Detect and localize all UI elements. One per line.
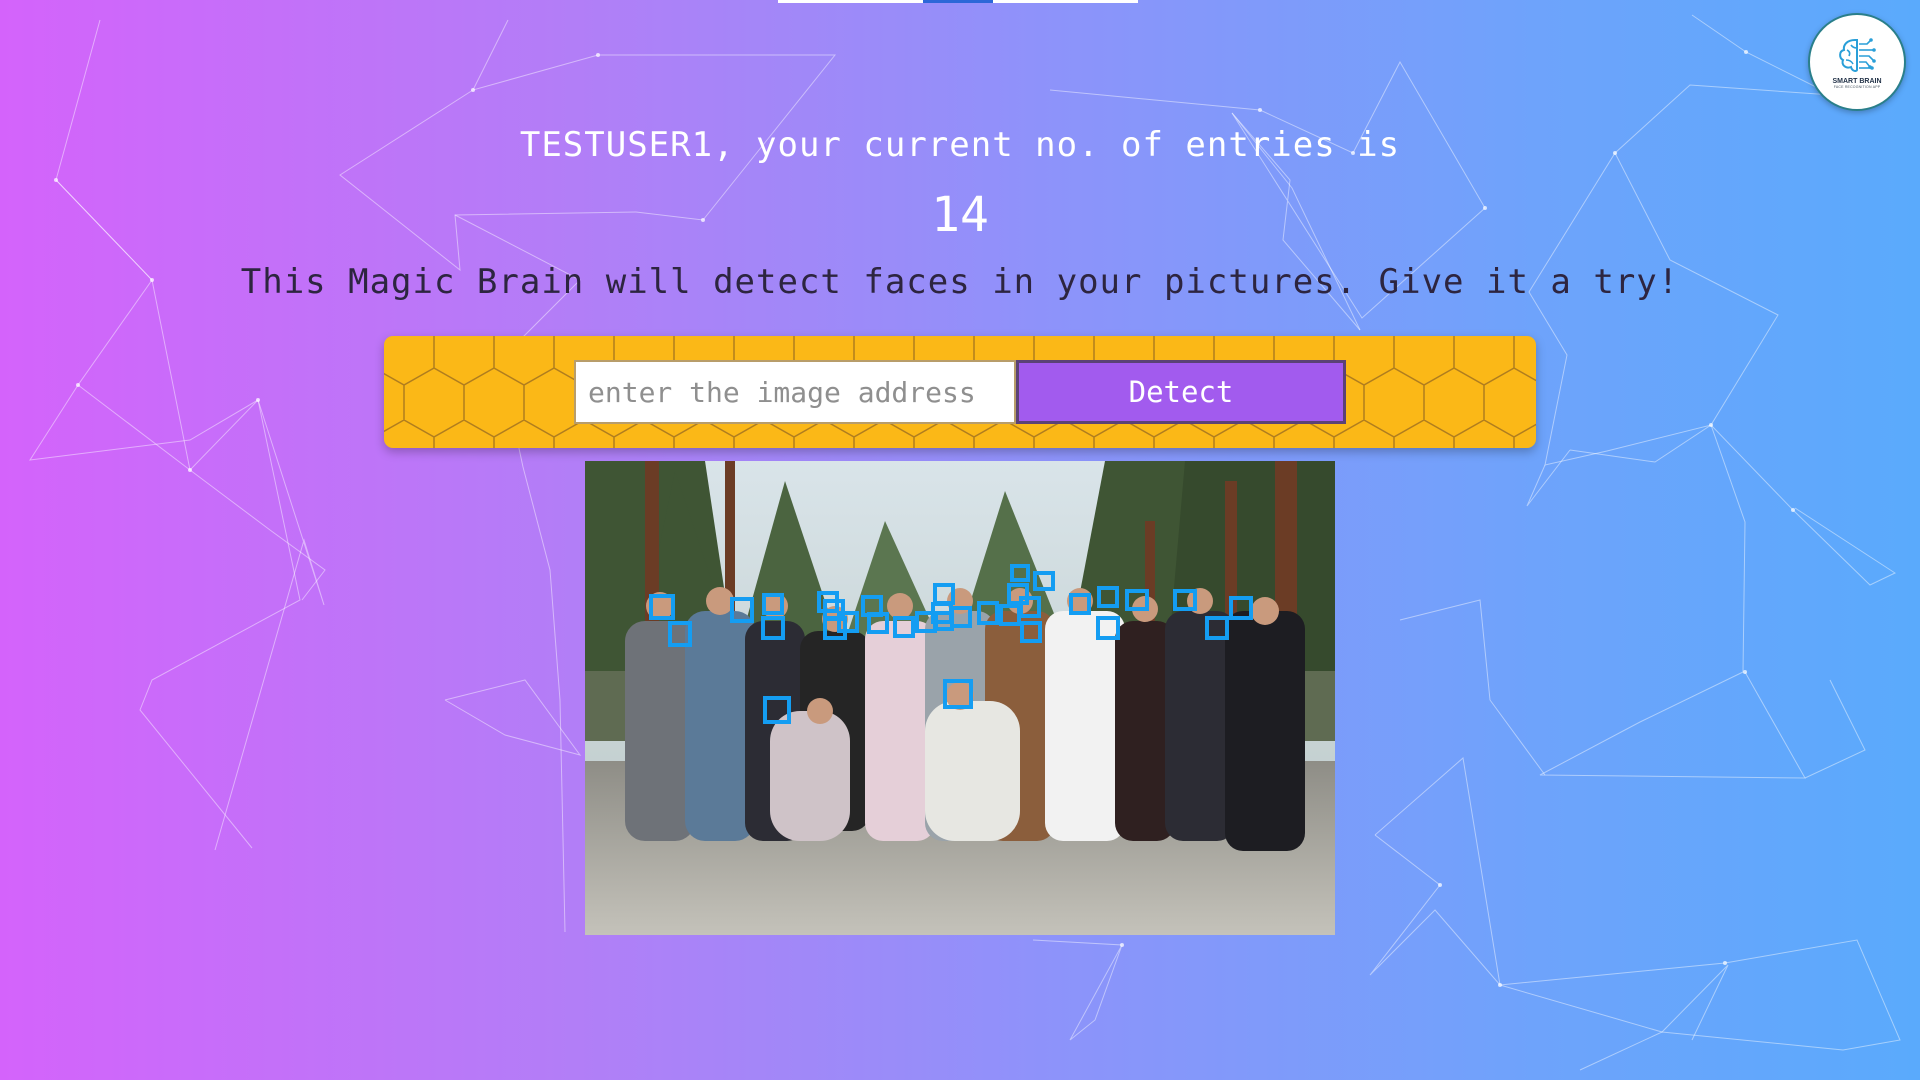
face-box [1010, 564, 1030, 582]
face-box [950, 606, 972, 628]
face-detection-image [585, 461, 1335, 935]
logo-subtitle: FACE RECOGNITION APP [1833, 84, 1881, 89]
face-box [1069, 593, 1091, 615]
face-box [867, 612, 889, 634]
face-box [999, 604, 1021, 626]
face-box [1020, 621, 1042, 643]
face-box [1125, 589, 1149, 611]
detect-button[interactable]: Detect [1016, 360, 1346, 424]
face-box [668, 621, 692, 647]
face-box [943, 679, 973, 709]
face-box [761, 616, 785, 640]
face-box [1097, 586, 1119, 608]
face-box [1019, 596, 1041, 618]
tagline: This Magic Brain will detect faces in yo… [240, 262, 1680, 302]
tab-right[interactable] [993, 0, 1138, 3]
brain-circuit-icon [1839, 37, 1876, 72]
face-box [1205, 616, 1229, 640]
smart-brain-logo[interactable]: SMART BRAIN FACE RECOGNITION APP [1808, 13, 1906, 111]
face-box [1096, 616, 1120, 640]
face-box [1033, 571, 1055, 591]
face-box [837, 611, 859, 633]
face-box [649, 594, 675, 620]
logo-title: SMART BRAIN [1832, 77, 1882, 85]
face-box [1173, 589, 1197, 611]
face-box [762, 593, 784, 615]
tab-active[interactable] [923, 0, 993, 3]
entries-message: TESTUSER1, your current no. of entries i… [519, 125, 1401, 165]
tab-left[interactable] [778, 0, 923, 3]
face-box [977, 601, 999, 625]
entries-count: 14 [931, 187, 989, 243]
form-controls: Detect [574, 360, 1346, 424]
face-box [763, 696, 791, 724]
face-box [730, 597, 754, 623]
face-box [1229, 596, 1253, 620]
image-url-input[interactable] [574, 360, 1016, 424]
top-tab-indicator [778, 0, 1138, 3]
image-link-form: Detect [384, 336, 1536, 448]
face-box [893, 616, 915, 638]
